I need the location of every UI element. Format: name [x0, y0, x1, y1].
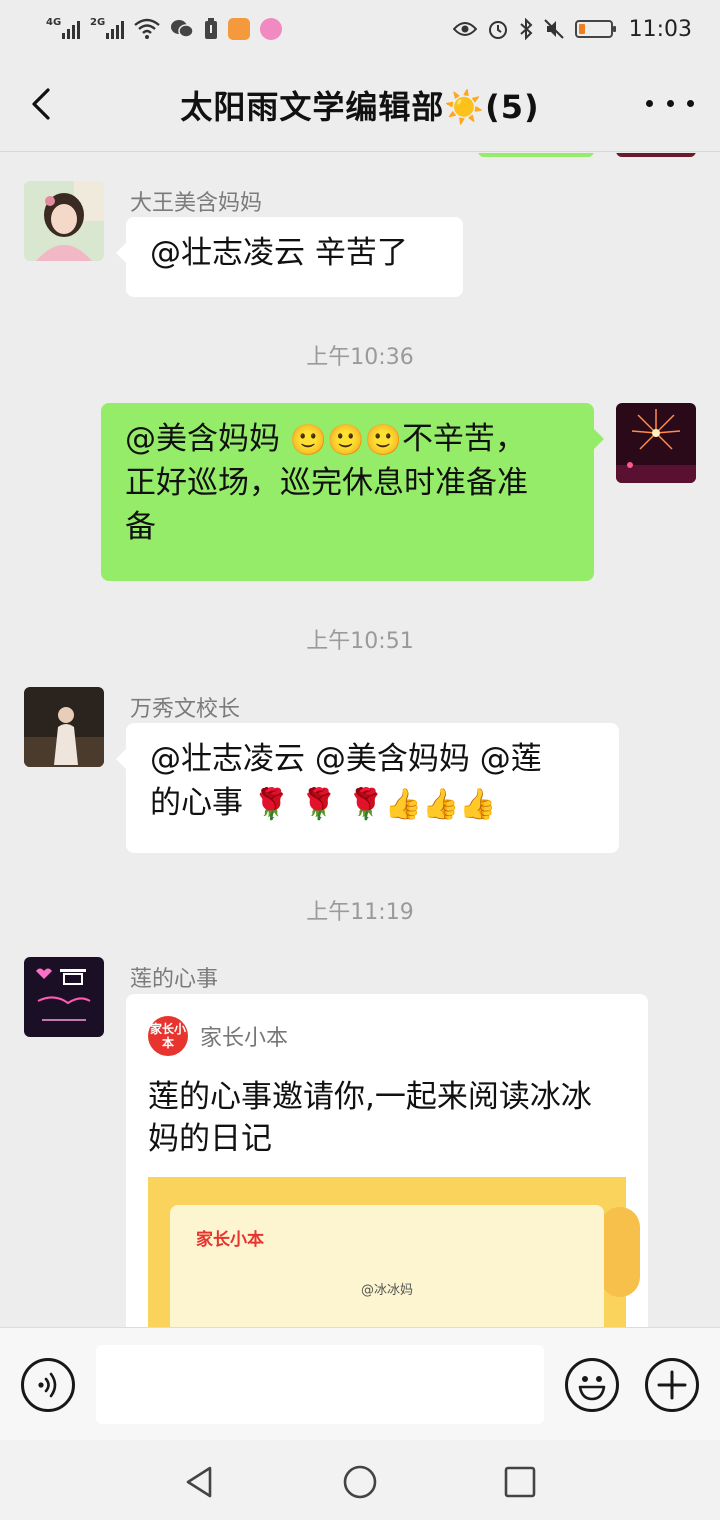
system-nav-bar	[0, 1440, 720, 1520]
thumbs-up-emoji-icon: 👍	[384, 786, 423, 822]
message-timestamp: 上午10:36	[306, 345, 414, 370]
sender-name: 大王美含妈妈	[130, 191, 263, 216]
share-card[interactable]: 家长小本 家长小本 莲的心事邀请你,一起来阅读冰冰妈的日记 家长小本 @冰冰妈	[126, 994, 648, 1327]
bluetooth-icon	[519, 18, 533, 40]
status-left: 4G 2G	[46, 17, 282, 40]
voice-icon[interactable]	[21, 1358, 75, 1412]
message-text: @壮志凌云 辛苦了	[150, 235, 408, 271]
thumbs-up-emoji-icon: 👍	[422, 786, 460, 822]
nav-home-icon[interactable]	[340, 1462, 380, 1502]
avatar[interactable]	[24, 181, 104, 261]
message-bubble[interactable]: @壮志凌云 辛苦了	[116, 217, 463, 297]
wechat-icon	[171, 20, 194, 38]
message-text-line: 备	[125, 509, 156, 545]
nav-back-icon[interactable]	[180, 1462, 220, 1502]
signal-icon: 4G	[46, 17, 80, 39]
app-badge-icon	[260, 18, 282, 40]
previous-avatar	[616, 153, 696, 157]
rose-emoji-icon: 🌹	[252, 786, 291, 822]
card-thumbnail: 家长小本 @冰冰妈	[148, 1177, 640, 1327]
status-bar: 4G 2G 11:03	[0, 0, 720, 58]
message-timestamp: 上午10:51	[306, 629, 414, 654]
card-source: 家长小本 家长小本	[148, 1016, 288, 1056]
signal-icon: 2G	[90, 17, 124, 39]
status-right: 11:03	[452, 16, 692, 42]
sender-name: 莲的心事	[130, 967, 219, 992]
rose-emoji-icon: 🌹	[347, 786, 385, 822]
message-text-line: 正好巡场，巡完休息时准备准	[125, 465, 528, 501]
battery-level	[578, 24, 585, 34]
network-type-label: 2G	[90, 17, 106, 28]
smiley-emoji-icon: 🙂	[327, 422, 365, 458]
title-bar: 太阳雨文学编辑部☀️(5)	[0, 58, 720, 152]
card-source-logo: 家长小本	[148, 1016, 188, 1056]
message-text-line: 的心事 🌹 🌹 🌹👍👍👍	[150, 785, 497, 822]
network-type-label: 4G	[46, 17, 62, 28]
message-text-line: @美含妈妈 🙂🙂🙂不辛苦，	[125, 421, 526, 458]
more-dots-icon[interactable]	[646, 88, 694, 118]
previous-message-bubble	[478, 153, 594, 157]
chat-area[interactable]: 大王美含妈妈 @壮志凌云 辛苦了 上午10:36 @美含妈妈 🙂🙂🙂不辛苦， 正…	[0, 153, 720, 1327]
message-timestamp: 上午11:19	[306, 900, 414, 925]
message-input[interactable]	[96, 1345, 544, 1424]
eye-icon	[452, 22, 477, 36]
nav-recent-icon[interactable]	[500, 1462, 540, 1502]
input-bar	[0, 1327, 720, 1440]
battery-icon	[574, 20, 616, 38]
rose-emoji-icon: 🌹	[300, 786, 338, 822]
plus-icon[interactable]	[645, 1358, 699, 1412]
mute-icon	[543, 19, 564, 39]
avatar[interactable]	[24, 687, 104, 767]
message-text-line: @壮志凌云 @美含妈妈 @莲	[150, 741, 542, 777]
sender-name: 万秀文校长	[130, 697, 241, 722]
uc-browser-icon	[228, 18, 250, 40]
status-time: 11:03	[628, 16, 692, 42]
battery-saver-icon	[205, 18, 217, 39]
chat-title: 太阳雨文学编辑部☀️(5)	[180, 87, 540, 126]
card-source-name: 家长小本	[200, 1026, 289, 1051]
chevron-left-icon[interactable]	[24, 84, 64, 124]
alarm-icon	[488, 21, 507, 39]
card-title: 莲的心事邀请你,一起来阅读冰冰妈的日记	[148, 1079, 592, 1157]
thumbs-up-emoji-icon: 👍	[459, 786, 497, 822]
smiley-emoji-icon: 🙂	[289, 422, 328, 458]
wifi-icon	[134, 18, 160, 39]
emoji-icon[interactable]	[565, 1358, 619, 1412]
message-bubble[interactable]: @美含妈妈 🙂🙂🙂不辛苦， 正好巡场，巡完休息时准备准 备	[101, 403, 604, 581]
smiley-emoji-icon: 🙂	[364, 422, 402, 458]
my-avatar[interactable]	[616, 403, 696, 483]
thumbnail-brand: 家长小本	[196, 1230, 264, 1250]
avatar[interactable]	[24, 957, 104, 1037]
thumbnail-handle: @冰冰妈	[360, 1283, 413, 1298]
message-bubble[interactable]: @壮志凌云 @美含妈妈 @莲 的心事 🌹 🌹 🌹👍👍👍	[116, 723, 619, 853]
